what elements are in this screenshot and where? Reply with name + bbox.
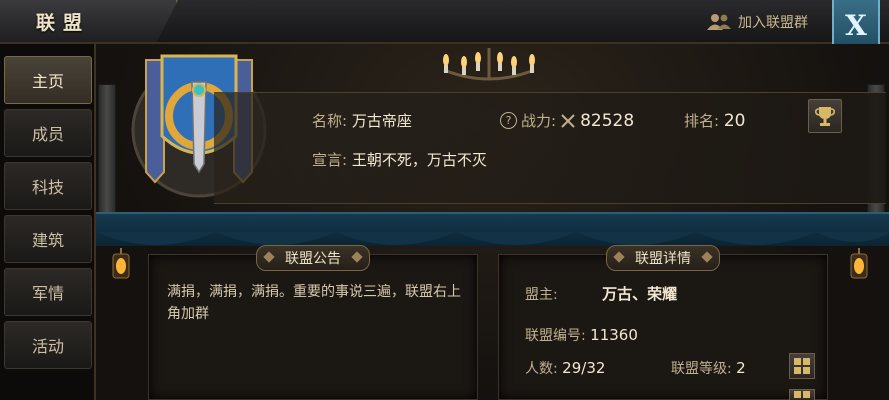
alliance-level-row: 联盟等级: 2 (671, 358, 746, 378)
grid-icon (794, 391, 810, 398)
tab-label: 军情 (31, 284, 64, 303)
tab-label: 主页 (31, 72, 64, 91)
alliance-name-value: 万古帝座 (351, 112, 412, 130)
tab-label: 活动 (31, 337, 64, 356)
member-count-label: 人数: (525, 361, 558, 377)
level-details-button[interactable] (789, 353, 815, 379)
tab-members[interactable]: 成员 (4, 109, 92, 157)
trophy-icon (815, 107, 835, 126)
page-title: 联盟 (36, 12, 91, 34)
chandelier-icon (443, 48, 535, 81)
leader-label: 盟主: (525, 287, 558, 303)
alliance-power-value: 82528 (580, 110, 635, 131)
alliance-declaration-label: 宣言: (312, 151, 348, 169)
tab-label: 科技 (31, 178, 64, 197)
tab-label: 成员 (31, 125, 64, 144)
grid-icon (794, 358, 810, 374)
help-icon[interactable]: ? (500, 112, 517, 129)
alliance-level-value: 2 (736, 359, 746, 377)
close-icon: X (845, 8, 867, 42)
tab-home[interactable]: 主页 (4, 56, 92, 104)
join-group-label: 加入联盟群 (738, 15, 808, 31)
member-count-row: 人数: 29/32 (525, 358, 605, 378)
alliance-declaration: 宣言: 王朝不死，万古不灭 (312, 149, 487, 170)
tab-tech[interactable]: 科技 (4, 162, 92, 210)
leader-value: 万古、荣耀 (602, 285, 678, 303)
tab-military[interactable]: 军情 (4, 268, 92, 316)
alliance-level-label: 联盟等级: (671, 361, 732, 377)
join-group-button[interactable]: 加入联盟群 (706, 10, 808, 34)
tab-label: 建筑 (31, 231, 64, 250)
alliance-id-label: 联盟编号: (525, 328, 586, 344)
details-title: 联盟详情 (606, 245, 720, 271)
alliance-details-card: 联盟详情 盟主: 万古、荣耀 联盟编号: 11360 人数: 29/32 联盟等… (498, 245, 828, 400)
lantern-icon (850, 248, 868, 279)
alliance-id-row: 联盟编号: 11360 (525, 325, 638, 345)
alliance-rank: 排名: 20 (684, 110, 745, 131)
alliance-id-value: 11360 (590, 326, 638, 344)
alliance-declaration-value: 王朝不死，万古不灭 (351, 151, 487, 169)
top-bar: 联盟 加入联盟群 X (0, 0, 889, 52)
member-count-value: 29/32 (562, 359, 606, 377)
main-panel: 名称: 万古帝座 ? 战力: 82528 排名: 20 宣言: 王朝不死，万古不… (94, 44, 889, 400)
sidebar-tabs: 主页 成员 科技 建筑 军情 活动 (4, 56, 92, 374)
alliance-power: ? 战力: 82528 (500, 110, 634, 131)
alliance-notice-card: 联盟公告 满捐，满捐，满捐。重要的事说三遍，联盟右上角加群 (148, 245, 478, 400)
lantern-icon (112, 248, 130, 279)
notice-title: 联盟公告 (256, 245, 370, 271)
notice-text: 满捐，满捐，满捐。重要的事说三遍，联盟右上角加群 (167, 284, 461, 322)
alliance-rank-value: 20 (723, 111, 746, 131)
alliance-rank-label: 排名: (684, 112, 720, 130)
crossed-swords-icon (561, 113, 575, 128)
alliance-info-bar: 名称: 万古帝座 ? 战力: 82528 排名: 20 宣言: 王朝不死，万古不… (214, 92, 886, 204)
alliance-power-label: 战力: (521, 112, 557, 130)
tab-events[interactable]: 活动 (4, 321, 92, 369)
more-details-button[interactable] (789, 389, 815, 400)
alliance-name: 名称: 万古帝座 (312, 110, 412, 131)
ranking-button[interactable] (808, 99, 842, 133)
leader-row: 盟主: 万古、荣耀 (525, 283, 677, 304)
tab-buildings[interactable]: 建筑 (4, 215, 92, 263)
alliance-name-label: 名称: (312, 112, 348, 130)
group-icon (707, 14, 731, 30)
